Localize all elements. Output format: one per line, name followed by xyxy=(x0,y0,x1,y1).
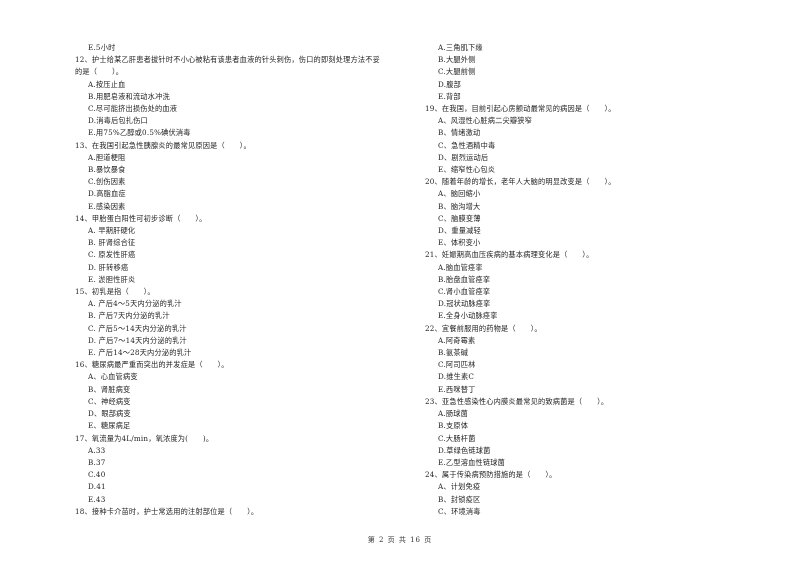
answer-option: D.冠状动脉痉挛 xyxy=(438,299,491,309)
answer-option: A. 早期肝硬化 xyxy=(88,226,136,236)
answer-option: D. 肝转移癌 xyxy=(88,262,129,272)
question-text: 18、接种卡介苗时，护士常选用的注射部位是（ ）。 xyxy=(75,506,259,516)
answer-option: A.阿奇霉素 xyxy=(438,335,476,345)
answer-option: D、重量减轻 xyxy=(438,226,481,236)
question-text: 19、在我国，目前引起心房颤动最常见的病因是（ ）。 xyxy=(425,104,616,114)
answer-option: D.维生素C xyxy=(438,372,475,382)
question-text: 16、糖尿病最严重而突出的并发症是（ ）。 xyxy=(75,360,229,370)
answer-option: E.5小时 xyxy=(88,43,116,52)
answer-option: B.大腿外侧 xyxy=(438,55,476,65)
answer-option: C. 原发性肝癌 xyxy=(88,250,136,260)
question-text: 15、初乳是指（ ）。 xyxy=(75,287,155,297)
answer-option: E、体积变小 xyxy=(438,238,481,248)
page-footer: 第 2 页 共 16 页 xyxy=(367,536,433,544)
answer-option: E.全身小动脉痉挛 xyxy=(438,311,498,321)
answer-option: C.尽可能挤出损伤处的血液 xyxy=(88,104,178,114)
answer-option: E、糖尿病足 xyxy=(88,421,131,431)
answer-option: C. 产后5～14天内分泌的乳汁 xyxy=(88,323,187,333)
answer-option: C.40 xyxy=(88,470,106,480)
question-text: 24、属于传染病预防措施的是（ ）。 xyxy=(425,470,557,480)
answer-option: A、心血管病变 xyxy=(88,372,138,382)
answer-option: B. 肝肾综合征 xyxy=(88,238,136,248)
answer-option: C.大腿前侧 xyxy=(438,67,476,77)
answer-option: A.脑血管痉挛 xyxy=(438,262,483,272)
answer-option: C、环境消毒 xyxy=(438,506,481,516)
answer-option: A.胆道梗阻 xyxy=(88,152,126,162)
question-text: 12、护士给某乙肝患者拔针时不小心被粘有该患者血液的针头刺伤，伤口的即刻处理方法… xyxy=(75,55,381,65)
answer-option: B.胎盘血管痉挛 xyxy=(438,274,491,284)
answer-option: C、脑膜变薄 xyxy=(438,213,481,223)
left-column: E.5小时 12、护士给某乙肝患者拔针时不小心被粘有该患者血液的针头刺伤，伤口的即… xyxy=(75,42,415,518)
answer-option: D. 产后7～14天内分泌的乳汁 xyxy=(88,335,187,345)
answer-option: C.大肠杆菌 xyxy=(438,433,476,443)
answer-option: E、缩窄性心包炎 xyxy=(438,165,496,175)
question-text: 17、氧流量为4L/min，氧浓度为( )。 xyxy=(75,433,214,443)
answer-option: B.暴饮暴食 xyxy=(88,165,126,175)
question-text: 14、甲胎蛋白阳性可初步诊断（ ）。 xyxy=(75,213,207,223)
answer-option: C.肾小血管痉挛 xyxy=(438,287,491,297)
answer-option: D.消毒后包扎伤口 xyxy=(88,116,148,126)
answer-option: B、脑沟增大 xyxy=(438,201,481,211)
answer-option: D.高脂血症 xyxy=(88,189,126,199)
answer-option: A. 产后4～5天内分泌的乳汁 xyxy=(88,299,182,309)
question-text-continued: 的是（ ）。 xyxy=(75,67,124,77)
question-text: 13、在我国引起急性胰腺炎的最常见原因是（ ）。 xyxy=(75,140,251,150)
answer-option: E.背部 xyxy=(438,91,461,101)
answer-option: A、风湿性心脏病二尖瓣狭窄 xyxy=(438,116,533,126)
answer-option: E.用75%乙醇或0.5%碘伏消毒 xyxy=(88,128,191,138)
answer-option: D.腹部 xyxy=(438,79,461,89)
answer-option: E.乙型溶血性链球菌 xyxy=(438,457,506,467)
right-column: A.三角肌下缘 B.大腿外侧 C.大腿前侧 D.腹部 E.背部 19、在我国，目前引起心房… xyxy=(425,42,765,518)
answer-option: D、剧烈运动后 xyxy=(438,152,489,162)
answer-option: A.三角肌下缘 xyxy=(438,43,483,52)
answer-option: B、情绪激动 xyxy=(438,128,481,138)
question-text: 22、宜餐前服用的药物是（ ）。 xyxy=(425,323,542,333)
answer-option: C、神经病变 xyxy=(88,396,131,406)
document-page: E.5小时 12、护士给某乙肝患者拔针时不小心被粘有该患者血液的针头刺伤，伤口的即… xyxy=(0,0,800,565)
answer-option: C、急性酒精中毒 xyxy=(438,140,496,150)
answer-option: A.33 xyxy=(88,445,106,455)
question-text: 23、亚急性感染性心内膜炎最常见的致病菌是（ ）。 xyxy=(425,396,609,406)
answer-option: D.草绿色链球菌 xyxy=(438,445,491,455)
answer-option: B、封锁疫区 xyxy=(438,494,481,504)
answer-option: B. 产后7天内分泌的乳汁 xyxy=(88,311,170,321)
answer-option: E.感染因素 xyxy=(88,201,126,211)
answer-option: B.用肥皂液和流动水冲洗 xyxy=(88,91,170,101)
answer-option: E.43 xyxy=(88,494,106,504)
answer-option: E. 产后14～28天内分泌的乳汁 xyxy=(88,348,192,358)
answer-option: E.西咪替丁 xyxy=(438,384,476,394)
answer-option: A、脑回缩小 xyxy=(438,189,481,199)
answer-option: A.肠球菌 xyxy=(438,409,469,419)
answer-option: A.按压止血 xyxy=(88,79,126,89)
answer-option: B、肾脏病变 xyxy=(88,384,131,394)
answer-option: B.支原体 xyxy=(438,421,469,431)
answer-option: D、眼部病变 xyxy=(88,409,131,419)
answer-option: B.氨茶碱 xyxy=(438,348,469,358)
answer-option: D.41 xyxy=(88,482,106,492)
question-text: 20、随着年龄的增长，老年人大脑的明显改变是（ ）。 xyxy=(425,177,616,187)
answer-option: C.阿司匹林 xyxy=(438,360,476,370)
answer-option: B.37 xyxy=(88,457,106,467)
answer-option: C.创伤因素 xyxy=(88,177,126,187)
question-text: 21、妊娠期高血压疾病的基本病理变化是（ ）。 xyxy=(425,250,594,260)
answer-option: E. 淤胆性肝炎 xyxy=(88,274,136,284)
answer-option: A、计划免疫 xyxy=(438,482,481,492)
